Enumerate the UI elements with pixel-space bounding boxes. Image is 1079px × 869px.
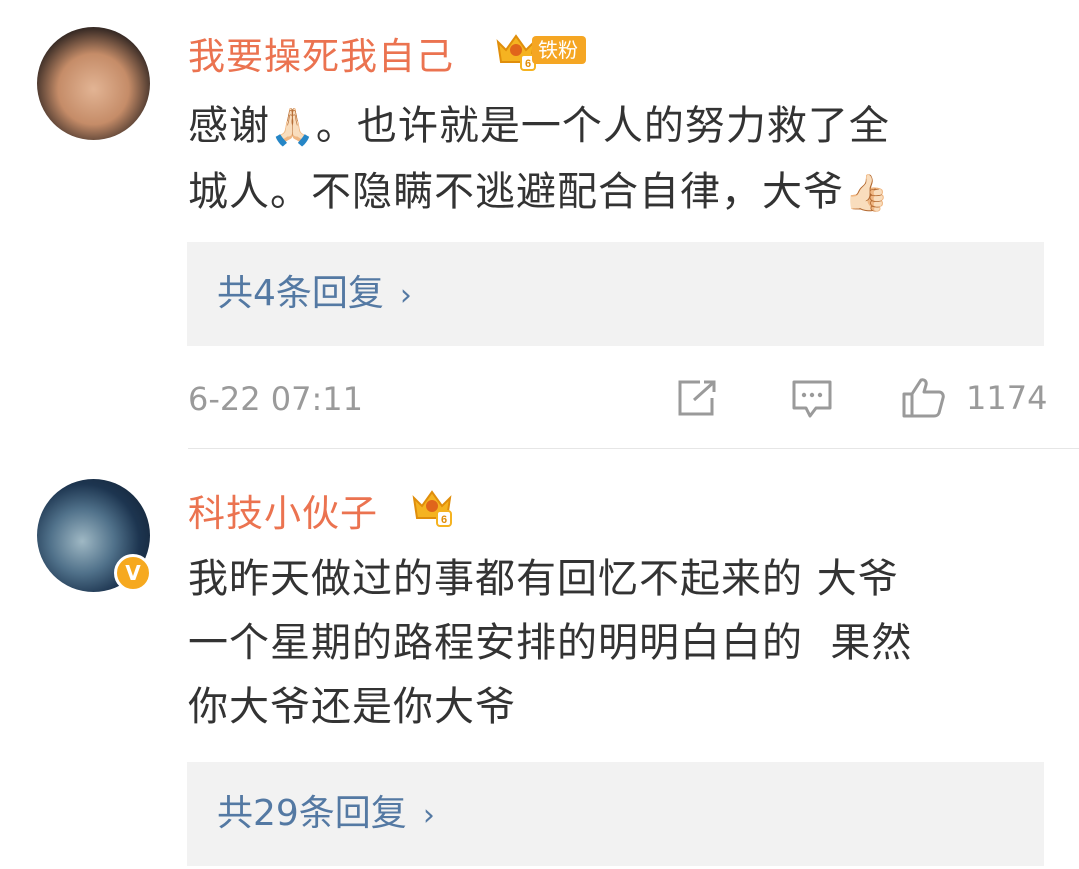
chevron-right-icon: › [422,798,435,833]
thumbs-up-icon [902,378,945,418]
crown-badge-icon: 6 [412,490,452,527]
comment-item: V 科技小伙子 6 我昨天做过的事都有回忆不起来的 大爷 一个星期的路程安排的明… [0,450,1079,869]
comment-line: 我昨天做过的事都有回忆不起来的 大爷 [188,556,899,602]
divider [188,448,1079,449]
replies-box[interactable]: 共29条回复 › [187,762,1044,866]
fan-badge[interactable]: 6 [410,484,454,528]
view-replies-link[interactable]: 共4条回复 › [217,242,412,346]
like-count: 1174 [966,379,1048,417]
repost-icon [678,380,716,416]
badge-level: 6 [525,58,531,70]
view-replies-link[interactable]: 共29条回复 › [217,762,435,866]
comment-icon [792,380,832,418]
repost-button[interactable] [676,378,720,418]
avatar[interactable] [37,27,150,140]
comment-line: 你大爷还是你大爷 [188,684,516,730]
comment-line: 感谢🙏🏻。也许就是一个人的努力救了全 [188,103,890,149]
fan-badge[interactable]: 6 铁粉 [494,28,586,72]
chevron-right-icon: › [399,278,412,313]
username[interactable]: 我要操死我自己 [188,26,454,80]
comment-button[interactable] [790,378,834,420]
pray-emoji: 🙏🏻 [270,107,316,148]
username[interactable]: 科技小伙子 [188,483,378,537]
verified-v-icon: V [114,554,152,592]
comment-line: 城人。不隐瞒不逃避配合自律，大爷👍🏻 [188,169,890,215]
comment-body: 我昨天做过的事都有回忆不起来的 大爷 一个星期的路程安排的明明白白的 果然 你大… [188,547,1058,739]
comment-item: 我要操死我自己 6 铁粉 感谢🙏🏻。也许就是一个人的努力救了全 城人。不隐瞒不逃… [0,0,1079,450]
timestamp: 6-22 07:11 [188,380,364,418]
like-button[interactable]: 1174 [900,376,1047,420]
badge-level: 6 [441,514,447,526]
thumbs-up-emoji: 👍🏻 [844,173,890,214]
comment-body: 感谢🙏🏻。也许就是一个人的努力救了全 城人。不隐瞒不逃避配合自律，大爷👍🏻 [188,94,1058,226]
replies-box[interactable]: 共4条回复 › [187,242,1044,346]
badge-tag: 铁粉 [532,36,586,64]
comment-line: 一个星期的路程安排的明明白白的 果然 [188,620,913,666]
